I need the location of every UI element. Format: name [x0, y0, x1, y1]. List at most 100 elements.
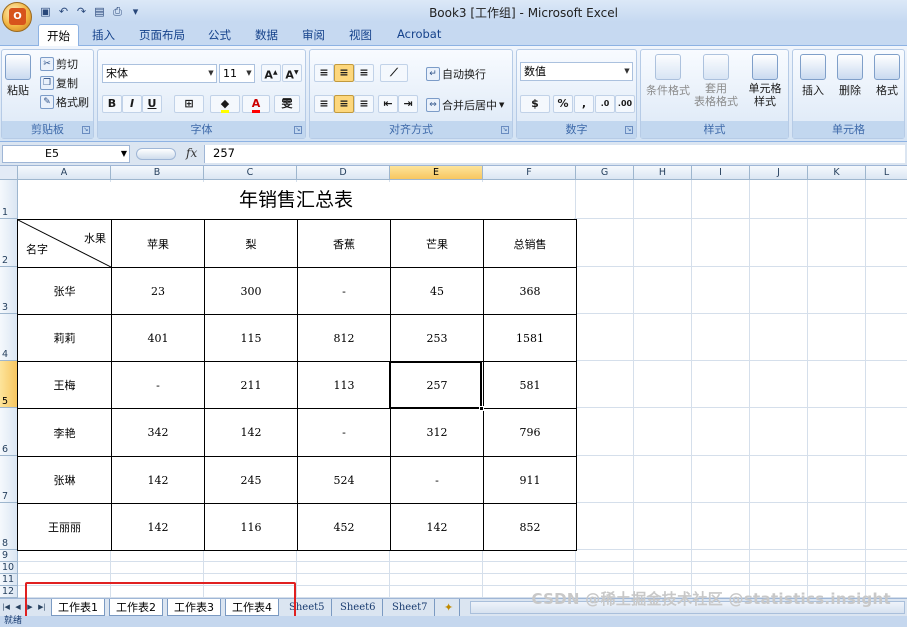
row-header-4[interactable]: 4 [0, 314, 18, 361]
active-value-cell[interactable]: 257 [390, 361, 484, 409]
conditional-format-button[interactable]: 条件格式 [644, 54, 692, 98]
value-cell[interactable]: - [390, 456, 484, 504]
align-center-button[interactable]: ≡ [334, 95, 354, 113]
row-header-3[interactable]: 3 [0, 267, 18, 314]
header-cell[interactable]: 苹果 [111, 219, 205, 268]
italic-button[interactable]: I [122, 95, 142, 113]
value-cell[interactable]: 524 [297, 456, 391, 504]
column-header-c[interactable]: C [204, 166, 297, 180]
row-header-10[interactable]: 10 [0, 562, 18, 574]
column-header-i[interactable]: I [692, 166, 750, 180]
dialog-launcher-icon[interactable]: ↘ [501, 126, 509, 134]
value-cell[interactable]: 852 [483, 503, 577, 551]
phonetic-button[interactable]: 雯 [274, 95, 300, 113]
name-cell[interactable]: 莉莉 [17, 314, 112, 362]
value-cell[interactable]: 581 [483, 361, 577, 409]
column-header-l[interactable]: L [866, 166, 907, 180]
dialog-launcher-icon[interactable]: ↘ [625, 126, 633, 134]
value-cell[interactable]: 253 [390, 314, 484, 362]
value-cell[interactable]: - [297, 408, 391, 457]
column-header-a[interactable]: A [18, 166, 111, 180]
sheet-tab-1[interactable]: 工作表1 [51, 599, 105, 616]
value-cell[interactable]: 796 [483, 408, 577, 457]
value-cell[interactable]: 113 [297, 361, 391, 409]
align-bottom-button[interactable]: ≡ [354, 64, 374, 82]
row-header-1[interactable]: 1 [0, 180, 18, 219]
align-left-button[interactable]: ≡ [314, 95, 334, 113]
tab-review[interactable]: 审阅 [302, 27, 325, 43]
insert-function-icon[interactable]: fx [186, 146, 197, 160]
value-cell[interactable]: - [297, 267, 391, 315]
row-header-11[interactable]: 11 [0, 574, 18, 586]
value-cell[interactable]: 245 [204, 456, 298, 504]
sheet-tab-2[interactable]: 工作表2 [109, 599, 163, 616]
bold-button[interactable]: B [102, 95, 122, 113]
format-painter-button[interactable]: ✎ 格式刷 [40, 94, 89, 110]
orientation-button[interactable]: ⟋ [380, 64, 408, 82]
row-header-8[interactable]: 8 [0, 503, 18, 550]
header-cell[interactable]: 香蕉 [297, 219, 391, 268]
name-box[interactable]: E5 ▼ [2, 145, 130, 163]
paste-button[interactable]: 粘贴 [4, 54, 32, 98]
format-cells-button[interactable]: 格式 [870, 54, 904, 98]
name-cell[interactable]: 李艳 [17, 408, 112, 457]
borders-button[interactable]: ⊞ [174, 95, 204, 113]
value-cell[interactable]: 142 [111, 503, 205, 551]
row-header-12[interactable]: 12 [0, 586, 18, 598]
underline-button[interactable]: U [142, 95, 162, 113]
value-cell[interactable]: 142 [111, 456, 205, 504]
select-all-button[interactable] [0, 166, 18, 180]
value-cell[interactable]: 401 [111, 314, 205, 362]
column-header-k[interactable]: K [808, 166, 866, 180]
tab-view[interactable]: 视图 [349, 27, 372, 43]
column-header-j[interactable]: J [750, 166, 808, 180]
dialog-launcher-icon[interactable]: ↘ [82, 126, 90, 134]
dialog-launcher-icon[interactable]: ↘ [294, 126, 302, 134]
merge-center-button[interactable]: ⇔ 合并后居中 ▼ [426, 97, 504, 113]
sheet-tab-5[interactable]: Sheet5 [283, 599, 332, 616]
name-cell[interactable]: 王丽丽 [17, 503, 112, 551]
font-name-select[interactable]: 宋体 ▼ [102, 64, 217, 83]
value-cell[interactable]: 911 [483, 456, 577, 504]
office-button[interactable]: O [2, 2, 32, 32]
value-cell[interactable]: 116 [204, 503, 298, 551]
tab-acrobat[interactable]: Acrobat [397, 27, 441, 41]
align-middle-button[interactable]: ≡ [334, 64, 354, 82]
column-header-g[interactable]: G [576, 166, 634, 180]
decrease-decimal-button[interactable]: .00 [615, 95, 635, 113]
value-cell[interactable]: 1581 [483, 314, 577, 362]
value-cell[interactable]: 812 [297, 314, 391, 362]
align-top-button[interactable]: ≡ [314, 64, 334, 82]
worksheet-grid[interactable]: ABCDEFGHIJKL 1 2 3 4 5 6 7 8 9 10 11 12 年销售汇总表 水果 名… [0, 166, 907, 598]
value-cell[interactable]: 312 [390, 408, 484, 457]
value-cell[interactable]: 115 [204, 314, 298, 362]
prev-sheet-icon[interactable]: ◀ [12, 601, 24, 614]
font-color-button[interactable]: A [242, 95, 270, 113]
value-cell[interactable]: 368 [483, 267, 577, 315]
font-size-select[interactable]: 11 ▼ [219, 64, 255, 83]
last-sheet-icon[interactable]: ▶| [36, 601, 48, 614]
header-cell[interactable]: 梨 [204, 219, 298, 268]
tab-data[interactable]: 数据 [255, 27, 278, 43]
name-cell[interactable]: 张华 [17, 267, 112, 315]
number-format-select[interactable]: 数值 ▼ [520, 62, 633, 81]
formula-bar-splitter[interactable] [136, 148, 176, 160]
column-header-d[interactable]: D [297, 166, 390, 180]
header-cell[interactable]: 总销售 [483, 219, 577, 268]
sheet-tab-7[interactable]: Sheet7 [386, 599, 435, 616]
value-cell[interactable]: 142 [390, 503, 484, 551]
value-cell[interactable]: 342 [111, 408, 205, 457]
row-header-6[interactable]: 6 [0, 408, 18, 456]
name-cell[interactable]: 张琳 [17, 456, 112, 504]
cell-styles-button[interactable]: 单元格 样式 [743, 54, 787, 108]
diagonal-header-cell[interactable]: 水果 名字 [17, 219, 112, 268]
increase-decimal-button[interactable]: .0 [595, 95, 615, 113]
tab-formulas[interactable]: 公式 [208, 27, 231, 43]
wrap-text-button[interactable]: ↵ 自动换行 [426, 66, 486, 82]
comma-button[interactable]: , [574, 95, 594, 113]
value-cell[interactable]: 142 [204, 408, 298, 457]
accounting-format-button[interactable]: $ [520, 95, 550, 113]
value-cell[interactable]: - [111, 361, 205, 409]
sheet-tab-4[interactable]: 工作表4 [225, 599, 279, 616]
sheet-title-cell[interactable]: 年销售汇总表 [18, 182, 574, 219]
